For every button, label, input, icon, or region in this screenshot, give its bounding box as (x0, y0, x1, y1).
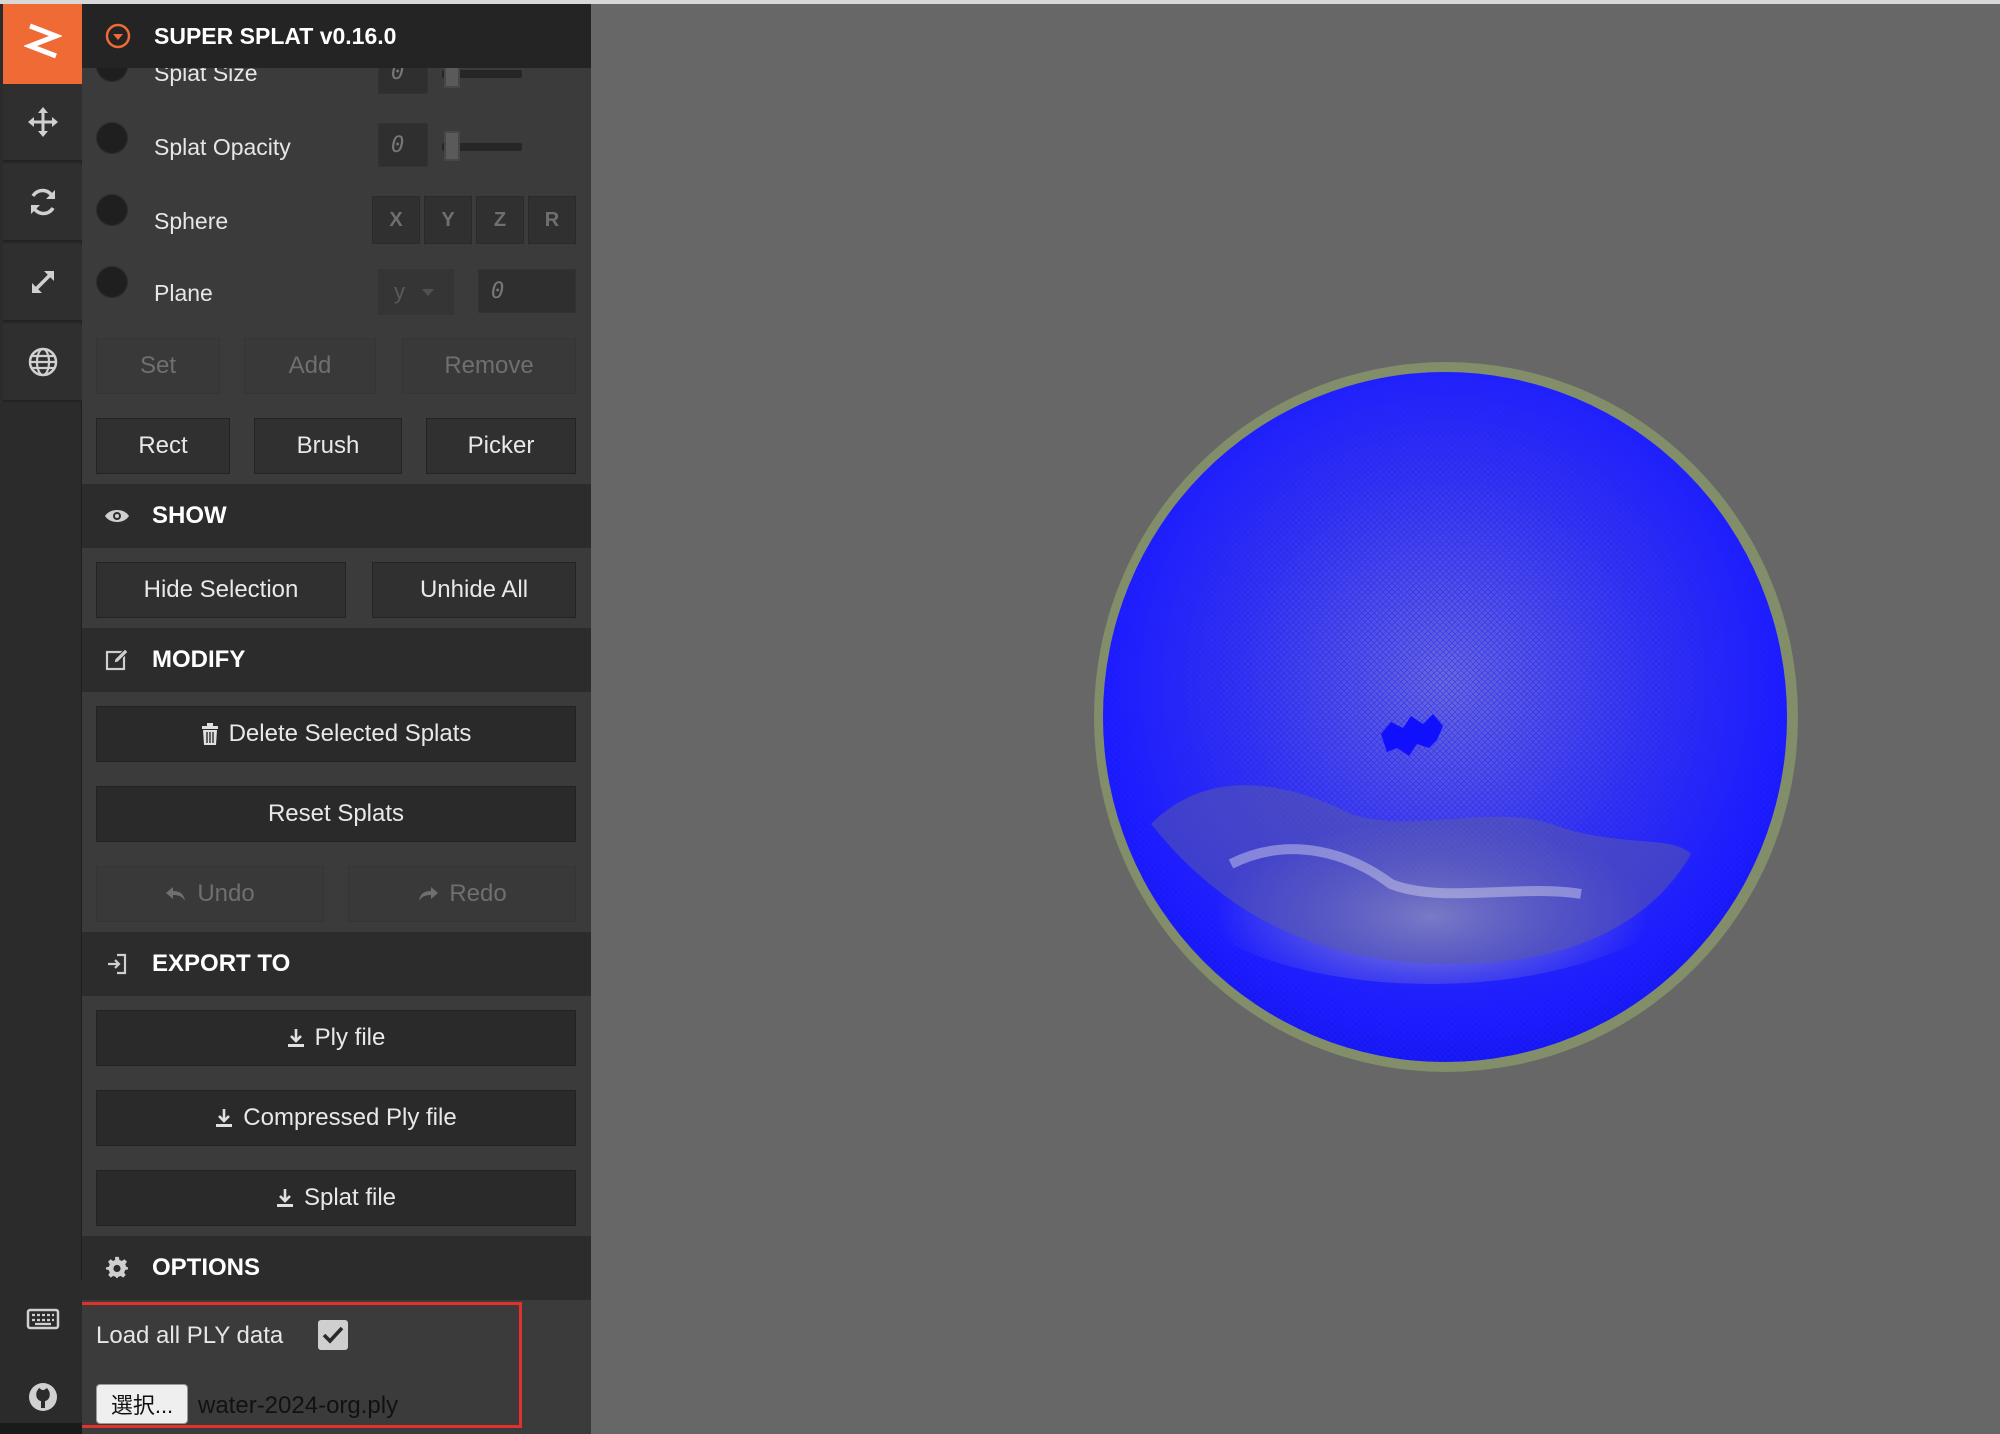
redo-label: Redo (449, 880, 507, 907)
edit-icon (104, 647, 130, 673)
add-selection-button[interactable]: Add (244, 338, 376, 394)
brush-select-button[interactable]: Brush (254, 418, 402, 474)
hide-selection-button[interactable]: Hide Selection (96, 562, 346, 618)
delete-selected-splats-label: Delete Selected Splats (228, 720, 472, 747)
splat-opacity-row: Splat Opacity 0 (82, 122, 591, 170)
globe-icon (28, 347, 57, 377)
plane-radio[interactable] (96, 266, 128, 298)
splat-opacity-input[interactable]: 0 (378, 123, 428, 167)
move-tool-button[interactable] (3, 84, 82, 162)
gear-icon (104, 1255, 130, 1281)
tool-toolbar (0, 4, 82, 1434)
panel-header[interactable]: SUPER SPLAT v0.16.0 (82, 4, 591, 68)
undo-label: Undo (197, 880, 255, 907)
plane-offset-input[interactable]: 0 (478, 269, 576, 313)
plane-axis-value: y (394, 279, 405, 304)
sphere-r-button[interactable]: R (528, 196, 576, 244)
splat-opacity-slider-thumb[interactable] (444, 131, 460, 161)
export-section-header[interactable]: EXPORT TO (82, 932, 591, 996)
rotate-icon (30, 188, 55, 216)
modify-section-title: MODIFY (152, 646, 246, 673)
plane-axis-select[interactable]: y (378, 269, 454, 315)
scale-icon (31, 271, 54, 293)
export-compressed-ply-label: Compressed Ply file (243, 1104, 457, 1131)
control-panel: SUPER SPLAT v0.16.0 Splat Size 0 Splat O… (82, 4, 591, 1434)
trash-icon (201, 723, 219, 745)
splat-sphere-model[interactable] (1094, 362, 1798, 1072)
delete-selected-splats-button[interactable]: Delete Selected Splats (96, 706, 576, 762)
app-logo[interactable] (3, 4, 82, 84)
show-section-header[interactable]: SHOW (82, 484, 591, 548)
sphere-row: Sphere X Y Z R (82, 194, 591, 246)
reset-splats-button[interactable]: Reset Splats (96, 786, 576, 842)
keyboard-shortcuts-button[interactable] (3, 1280, 82, 1358)
splat-opacity-radio[interactable] (96, 122, 128, 154)
remove-selection-button[interactable]: Remove (402, 338, 576, 394)
world-space-button[interactable] (3, 324, 82, 402)
supersplat-logo-icon (23, 23, 62, 59)
modify-section-header[interactable]: MODIFY (82, 628, 591, 692)
export-icon (104, 951, 130, 977)
unhide-all-button[interactable]: Unhide All (372, 562, 576, 618)
sphere-z-button[interactable]: Z (476, 196, 524, 244)
3d-viewport[interactable] (591, 4, 2000, 1434)
export-section-title: EXPORT TO (152, 950, 291, 977)
redo-icon (417, 885, 439, 903)
download-icon (276, 1188, 294, 1208)
move-icon (27, 107, 58, 137)
splat-opacity-label: Splat Opacity (154, 134, 291, 160)
plane-label: Plane (154, 280, 213, 306)
sphere-label: Sphere (154, 208, 229, 234)
export-ply-label: Ply file (314, 1024, 386, 1051)
supersplat-app: SUPER SPLAT v0.16.0 Splat Size 0 Splat O… (0, 0, 2000, 1434)
toolbar-bottom-edge (0, 1423, 82, 1434)
sphere-y-button[interactable]: Y (424, 196, 472, 244)
eye-icon (104, 503, 130, 529)
dropdown-arrow-icon (422, 289, 434, 296)
sphere-x-button[interactable]: X (372, 196, 420, 244)
export-splat-label: Splat file (303, 1184, 397, 1211)
plane-row: Plane y 0 (82, 266, 591, 318)
undo-button[interactable]: Undo (96, 866, 324, 922)
rotate-tool-button[interactable] (3, 164, 82, 242)
collapse-chevron-icon (105, 23, 131, 49)
github-icon (28, 1383, 57, 1411)
undo-icon (165, 885, 187, 903)
scale-tool-button[interactable] (3, 244, 82, 322)
download-icon (215, 1108, 233, 1128)
export-compressed-ply-button[interactable]: Compressed Ply file (96, 1090, 576, 1146)
picker-select-button[interactable]: Picker (426, 418, 576, 474)
redo-button[interactable]: Redo (348, 866, 576, 922)
sphere-radio[interactable] (96, 194, 128, 226)
keyboard-icon (26, 1308, 59, 1330)
export-ply-button[interactable]: Ply file (96, 1010, 576, 1066)
export-splat-button[interactable]: Splat file (96, 1170, 576, 1226)
options-section-title: OPTIONS (152, 1254, 261, 1281)
rect-select-button[interactable]: Rect (96, 418, 230, 474)
viewport-canvas[interactable] (591, 4, 2000, 1434)
show-section-title: SHOW (152, 502, 227, 529)
options-section-header[interactable]: OPTIONS (82, 1236, 591, 1300)
set-selection-button[interactable]: Set (96, 338, 220, 394)
download-icon (287, 1028, 305, 1048)
annotation-highlight-box (82, 1302, 522, 1428)
app-title: SUPER SPLAT v0.16.0 (154, 22, 397, 49)
